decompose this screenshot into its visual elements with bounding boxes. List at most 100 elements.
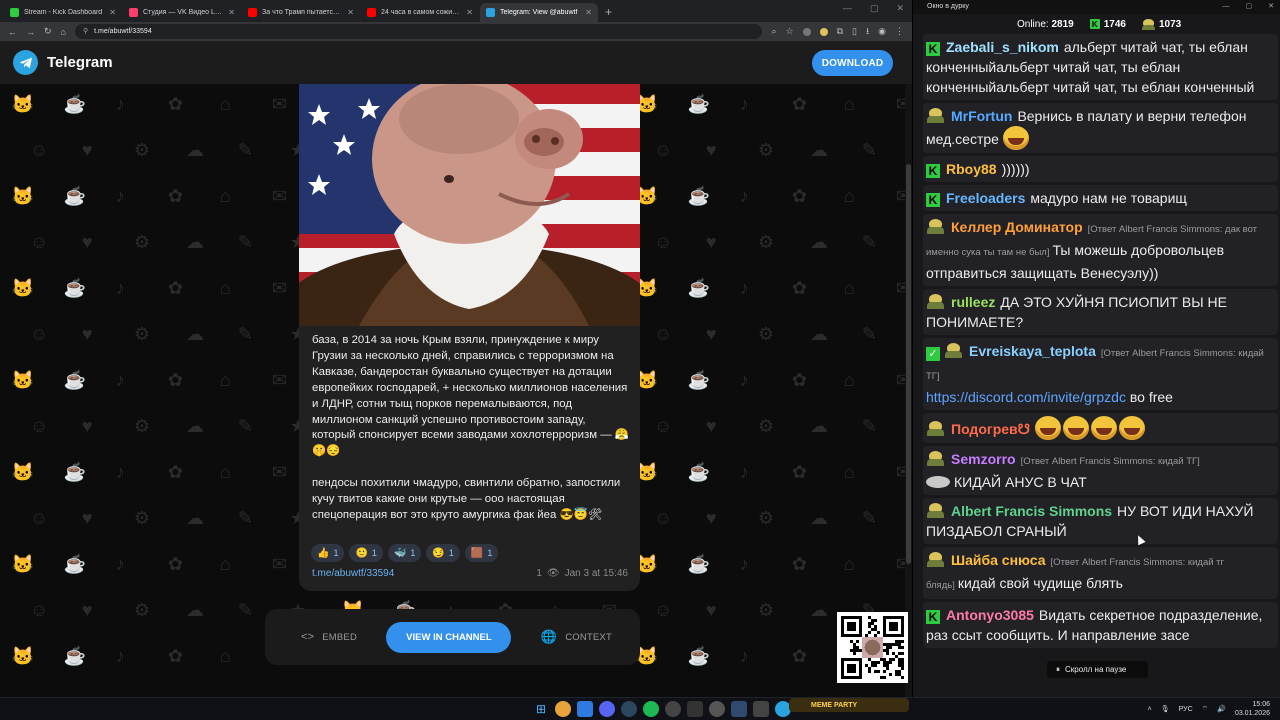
chat-username[interactable]: Zaebali_s_nikom	[946, 39, 1059, 55]
menu-dots-icon[interactable]: ⋮	[895, 26, 904, 37]
doodle-icon: ✎	[237, 140, 253, 160]
mic-icon[interactable]: 🎙	[1161, 705, 1170, 713]
reaction-chip[interactable]: 🙂 1	[349, 544, 383, 562]
doodle-icon: ☕	[63, 186, 87, 206]
chat-username[interactable]: Antonyo3085	[946, 607, 1034, 623]
clock[interactable]: 15:06 03.01.2026	[1235, 700, 1270, 718]
reload-icon[interactable]: ↻	[44, 26, 52, 37]
kick-badge-icon: K	[926, 193, 940, 207]
doodle-icon: ⚙	[757, 140, 775, 160]
reaction-chip[interactable]: 🐳 1	[387, 544, 422, 562]
minimize-icon[interactable]: —	[1223, 0, 1230, 14]
doodle-icon: ☕	[687, 370, 711, 390]
chat-username[interactable]: rulleez	[951, 294, 995, 310]
doodle-icon: ⚙	[757, 508, 775, 528]
chat-username[interactable]: Evreiskaya_teplota	[969, 343, 1096, 359]
chat-username[interactable]: Подогрев☋	[951, 421, 1030, 437]
discord-icon[interactable]	[599, 701, 615, 717]
embed-button[interactable]: <> EMBED	[301, 631, 357, 643]
tab-close-icon[interactable]: ✕	[466, 8, 473, 17]
wifi-icon[interactable]: ⌔	[1202, 705, 1209, 714]
doodle-icon: ✉	[895, 370, 905, 390]
browser-tab[interactable]: Telegram: View @abuwtf ✕	[480, 3, 598, 22]
doodle-icon: ☁	[185, 416, 204, 436]
app-icon[interactable]	[753, 701, 769, 717]
app-icon[interactable]	[731, 701, 747, 717]
maximize-icon[interactable]: ▢	[870, 3, 879, 14]
forward-icon[interactable]: →	[26, 27, 35, 37]
volume-icon[interactable]: 🔊	[1217, 705, 1226, 713]
app-icon[interactable]	[687, 701, 703, 717]
context-button[interactable]: 🌐 CONTEXT	[541, 629, 612, 645]
tab-close-icon[interactable]: ✕	[109, 8, 116, 17]
tab-close-icon[interactable]: ✕	[228, 8, 235, 17]
back-icon[interactable]: ←	[8, 27, 17, 37]
user-avatar-icon	[926, 503, 945, 518]
tab-close-icon[interactable]: ✕	[585, 8, 592, 17]
language-indicator[interactable]: РУС	[1179, 706, 1193, 713]
close-icon[interactable]: ✕	[1268, 0, 1274, 14]
embed-label: EMBED	[322, 631, 358, 643]
tab-title: 24 часа в самом сожираевшем	[381, 9, 461, 16]
reaction-chip[interactable]: 🟫 1	[464, 544, 499, 562]
chevron-up-icon[interactable]: ˄	[1148, 706, 1152, 713]
tab-close-icon[interactable]: ✕	[347, 8, 354, 17]
doodle-icon: ♪	[739, 370, 749, 390]
obs-icon[interactable]	[665, 701, 681, 717]
site-info-icon[interactable]: ⚲	[83, 24, 88, 39]
extension-icon[interactable]	[802, 27, 811, 36]
chrome-icon[interactable]	[555, 701, 571, 717]
doodle-icon: ✎	[237, 508, 253, 528]
explorer-icon[interactable]	[577, 701, 593, 717]
doodle-icon: ✎	[861, 324, 877, 344]
profile-icon[interactable]: ◉	[878, 26, 886, 37]
extension-icon[interactable]	[819, 27, 828, 36]
scroll-paused-indicator[interactable]: ⏸ Скролл на паузе	[1047, 661, 1148, 678]
doodle-icon: ✿	[791, 186, 807, 206]
minimize-icon[interactable]: —	[843, 3, 852, 14]
chat-username[interactable]: Келлер Доминатор	[951, 219, 1083, 235]
post-photo[interactable]	[299, 84, 640, 326]
browser-tab[interactable]: За что Трамп пытается убить ✕	[242, 3, 360, 22]
doodle-icon: ☺	[653, 508, 673, 528]
url-input[interactable]: ⚲ t.me/abuwtf/33594	[74, 24, 763, 39]
home-icon[interactable]: ⌂	[61, 27, 66, 37]
chat-link[interactable]: https://discord.com/invite/grpzdc	[926, 389, 1126, 405]
browser-tab[interactable]: 24 часа в самом сожираевшем ✕	[361, 3, 479, 22]
app-icon[interactable]	[709, 701, 725, 717]
bookmark-star-icon[interactable]: ☆	[786, 26, 794, 37]
chat-username[interactable]: Шайба снюса	[951, 552, 1046, 568]
spotify-icon[interactable]	[643, 701, 659, 717]
browser-tab[interactable]: Студия — VK Видео Live ✕	[123, 3, 241, 22]
reaction-chip[interactable]: 👍 1	[311, 544, 345, 562]
chat-username[interactable]: Rboy88	[946, 161, 997, 177]
maximize-icon[interactable]: ▢	[1246, 0, 1253, 14]
doodle-icon: ♪	[739, 462, 749, 482]
side-panel-icon[interactable]: ▯	[852, 26, 857, 37]
doodle-icon: ✉	[895, 462, 905, 482]
zoom-icon[interactable]: ⌕	[771, 26, 776, 37]
extensions-puzzle-icon[interactable]: ⧉	[837, 26, 843, 37]
steam-icon[interactable]	[621, 701, 637, 717]
address-bar: ← → ↻ ⌂ ⚲ t.me/abuwtf/33594 ⌕ ☆ ⧉ ▯ ⭳ ◉ …	[0, 22, 912, 41]
download-icon[interactable]: ⭳	[866, 24, 869, 40]
windows-start-icon[interactable]: ⊞	[533, 701, 549, 717]
reaction-chip[interactable]: 😏 1	[426, 544, 460, 562]
chat-username[interactable]: Semzorro	[951, 451, 1016, 467]
chat-message: rulleez ДА ЭТО ХУЙНЯ ПСИОПИТ ВЫ НЕ ПОНИМА…	[923, 289, 1278, 335]
view-in-channel-button[interactable]: VIEW IN CHANNEL	[386, 621, 512, 653]
doodle-icon: ✉	[895, 554, 905, 574]
download-button[interactable]: DOWNLOAD	[812, 50, 893, 76]
close-icon[interactable]: ✕	[896, 3, 904, 14]
chat-username[interactable]: MrFortun	[951, 108, 1012, 124]
new-tab-icon[interactable]: +	[605, 3, 612, 22]
browser-tab[interactable]: Stream - Kick Dashboard ✕	[4, 3, 122, 22]
post-link[interactable]: t.me/abuwtf/33594	[312, 568, 394, 579]
page-scrollbar[interactable]	[905, 84, 912, 697]
chat-username[interactable]: Albert Francis Simmons	[951, 503, 1112, 519]
tab-favicon-icon	[129, 8, 138, 17]
chat-username[interactable]: Freeloaders	[946, 190, 1025, 206]
telegram-logo-icon[interactable]	[13, 50, 38, 75]
url-text: t.me/abuwtf/33594	[94, 28, 152, 35]
doodle-icon: ⌂	[843, 186, 855, 206]
